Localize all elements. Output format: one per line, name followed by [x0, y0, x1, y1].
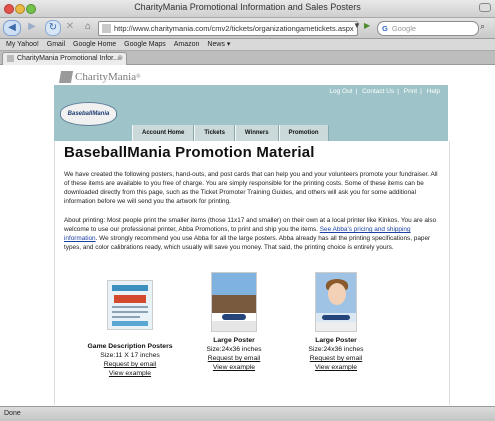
reload-button[interactable]: ↻	[45, 20, 61, 36]
view-example-link[interactable]: View example	[179, 364, 289, 371]
address-bar[interactable]: http://www.charitymania.com/cmv2/tickets…	[98, 21, 358, 36]
home-button[interactable]: ⌂	[81, 20, 95, 34]
navigation-toolbar: ◀ ▶ ↻ ✕ ⌂ http://www.charitymania.com/cm…	[0, 18, 495, 39]
request-by-email-link[interactable]: Request by email	[281, 355, 391, 362]
browser-tab[interactable]: CharityMania Promotional Infor... ⊗	[2, 52, 127, 65]
bookmark-item[interactable]: Google Maps	[124, 41, 166, 48]
main-content: BaseballMania Promotion Material We have…	[54, 141, 450, 405]
page-title: BaseballMania Promotion Material	[64, 144, 315, 161]
bookmark-item[interactable]: Amazon	[174, 41, 200, 48]
forward-arrow-icon: ▶	[28, 21, 36, 32]
view-example-link[interactable]: View example	[75, 370, 185, 377]
tab-strip: CharityMania Promotional Infor... ⊗	[0, 51, 495, 65]
search-placeholder: Google	[391, 24, 417, 33]
item-name: Large Poster	[315, 337, 357, 344]
main-nav: Account Home Tickets Winners Promotion	[132, 125, 329, 141]
nav-winners[interactable]: Winners	[234, 125, 279, 141]
charitymania-logo-icon	[58, 71, 74, 84]
status-bar: Done	[0, 406, 495, 421]
request-by-email-link[interactable]: Request by email	[179, 355, 289, 362]
poster-thumbnail[interactable]	[315, 272, 357, 332]
back-button[interactable]: ◀	[3, 20, 21, 36]
promo-item: Large Poster Size:24x36 inches Request b…	[179, 272, 289, 371]
promo-item: Game Description Posters Size:11 X 17 in…	[75, 272, 185, 377]
address-bar-url: http://www.charitymania.com/cmv2/tickets…	[114, 24, 354, 33]
bookmark-item[interactable]: Gmail	[47, 41, 65, 48]
nav-promotion[interactable]: Promotion	[278, 125, 329, 141]
home-icon: ⌂	[84, 21, 92, 32]
promo-item: Large Poster Size:24x36 inches Request b…	[281, 272, 391, 371]
print-link[interactable]: Print	[404, 88, 417, 95]
printing-text-after: . We strongly recommend you use Abba for…	[64, 235, 431, 251]
history-dropdown-icon[interactable]: ▼	[353, 21, 361, 30]
page-viewport: CharityMania® Log Out | Contact Us | Print…	[0, 65, 495, 405]
baseballmania-logo[interactable]: BaseballMania	[60, 102, 117, 126]
forward-button[interactable]: ▶	[25, 20, 39, 34]
nav-tickets[interactable]: Tickets	[194, 125, 235, 141]
search-input[interactable]: G Google	[377, 21, 479, 36]
item-name: Game Description Posters	[87, 343, 173, 350]
stop-button[interactable]: ✕	[63, 20, 77, 34]
printing-paragraph: About printing: Most people print the sm…	[64, 216, 442, 252]
request-by-email-link[interactable]: Request by email	[75, 361, 185, 368]
charitymania-logo-text: CharityMania	[75, 71, 137, 83]
item-size: Size:24x36 inches	[308, 346, 364, 353]
view-example-link[interactable]: View example	[281, 364, 391, 371]
site-header: Log Out | Contact Us | Print | Help Basebal…	[54, 85, 448, 141]
window-titlebar: CharityMania Promotional Information and…	[0, 0, 495, 18]
item-name: Large Poster	[213, 337, 255, 344]
top-links: Log Out | Contact Us | Print | Help	[329, 88, 440, 95]
status-text: Done	[4, 410, 21, 417]
go-arrow-icon[interactable]: ▶	[364, 21, 370, 30]
bookmark-item[interactable]: News ▾	[207, 41, 230, 48]
contact-us-link[interactable]: Contact Us	[362, 88, 394, 95]
logout-link[interactable]: Log Out	[329, 88, 352, 95]
bookmark-item[interactable]: My Yahoo!	[6, 41, 39, 48]
window-title: CharityMania Promotional Information and…	[134, 2, 361, 12]
poster-thumbnail[interactable]	[107, 280, 153, 330]
nav-account-home[interactable]: Account Home	[132, 125, 195, 141]
charitymania-logo[interactable]: CharityMania®	[58, 68, 141, 86]
magnifier-icon[interactable]: ⌕	[480, 21, 485, 32]
help-link[interactable]: Help	[427, 88, 440, 95]
google-search-icon: G	[382, 24, 388, 33]
bookmarks-bar: My Yahoo! Gmail Google Home Google Maps …	[0, 39, 495, 51]
intro-paragraph: We have created the following posters, h…	[64, 171, 438, 205]
trademark-symbol: ®	[136, 74, 141, 80]
poster-thumbnail[interactable]	[211, 272, 257, 332]
reload-icon: ↻	[48, 22, 58, 33]
stop-icon: ✕	[65, 21, 75, 32]
back-arrow-icon: ◀	[8, 22, 16, 33]
toolbar-toggle-button[interactable]	[479, 3, 491, 12]
bookmark-item[interactable]: Google Home	[73, 41, 116, 48]
item-size: Size:24x36 inches	[206, 346, 262, 353]
close-tab-icon[interactable]: ⊗	[117, 53, 123, 65]
site-favicon-icon	[102, 24, 111, 33]
tab-label: CharityMania Promotional Infor...	[17, 55, 119, 62]
tab-favicon-icon	[7, 55, 14, 62]
item-size: Size:11 X 17 inches	[100, 352, 160, 359]
